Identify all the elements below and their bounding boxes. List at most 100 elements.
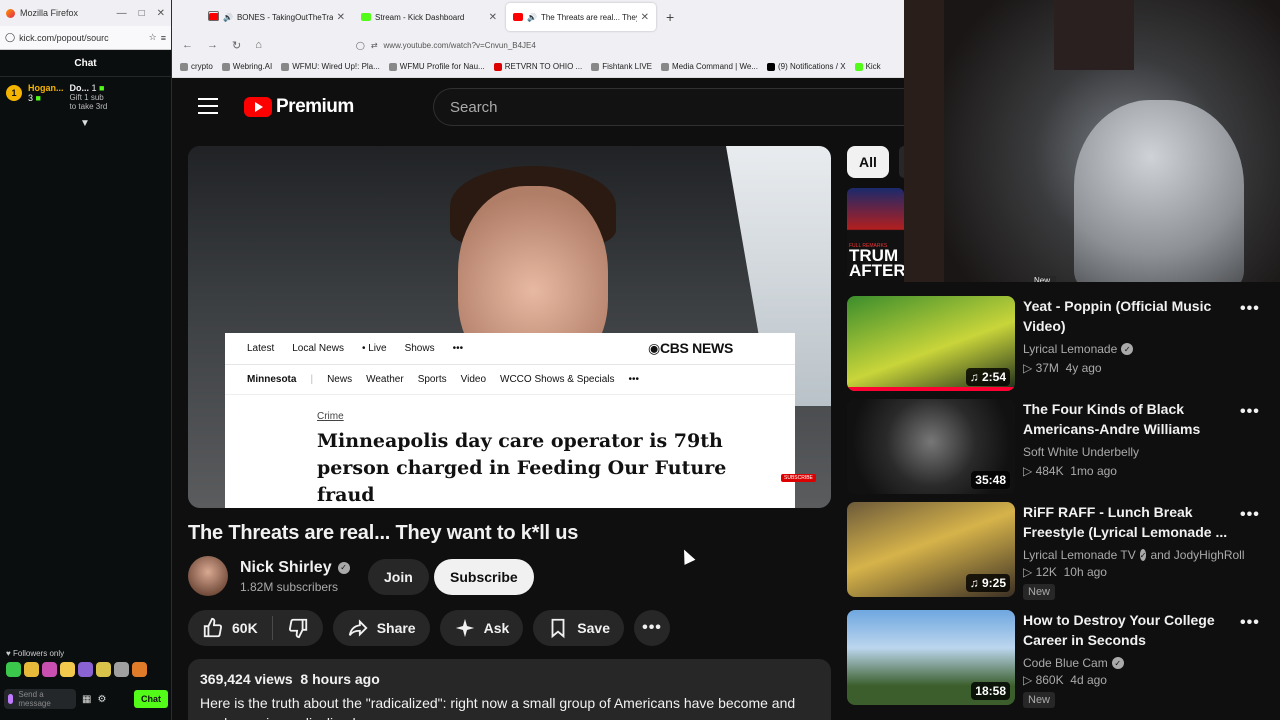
emote[interactable] [132, 662, 147, 677]
more-vertical-icon[interactable]: ••• [1240, 300, 1260, 318]
close-icon[interactable]: ✕ [157, 8, 165, 19]
news-nav-item: WCCO Shows & Specials [500, 374, 615, 385]
emote[interactable] [78, 662, 93, 677]
emote[interactable] [96, 662, 111, 677]
back-icon[interactable]: ← [182, 39, 193, 51]
description-box[interactable]: 369,424 views 8 hours ago Here is the tr… [188, 659, 831, 720]
rec-channel[interactable]: Soft White Underbelly [1023, 445, 1233, 459]
address-bar[interactable]: ◯ ⇄ www.youtube.com/watch?v=Cnvun_B4JE4 [356, 35, 876, 55]
news-nav-secondary: Minnesota | News Weather Sports Video WC… [225, 365, 795, 395]
tab-close-icon[interactable]: ✕ [641, 12, 649, 23]
new-tab-button[interactable]: + [666, 9, 674, 25]
audio-icon[interactable]: 🔊 [223, 13, 233, 22]
youtube-favicon-icon [513, 13, 523, 21]
share-button[interactable]: Share [332, 610, 430, 646]
tab-label: The Threats are real... They [540, 12, 637, 22]
channel-avatar[interactable] [188, 556, 228, 596]
tab-kick-dashboard[interactable]: Stream - Kick Dashboard ✕ [354, 3, 504, 31]
rec-thumbnail[interactable]: ♫ 2:54 [847, 296, 1015, 391]
rec-thumbnail[interactable]: 18:58 [847, 610, 1015, 705]
video-player[interactable]: Latest Local News • Live Shows ••• ◉CBS … [188, 146, 831, 508]
address-text[interactable]: www.youtube.com/watch?v=Cnvun_B4JE4 [384, 41, 536, 50]
more-vertical-icon[interactable]: ••• [1240, 614, 1260, 632]
dislike-button[interactable] [273, 617, 323, 639]
emote[interactable] [60, 662, 75, 677]
recommendation-item[interactable]: ♫ 2:54 Yeat - Poppin (Official Music Vid… [847, 296, 1267, 394]
forward-icon[interactable]: → [207, 39, 218, 51]
bookmark[interactable]: (9) Notifications / X [766, 62, 846, 71]
rank-badge: 1 [6, 85, 22, 101]
channel-name[interactable]: Nick Shirley ✓ [240, 559, 350, 577]
kick-url-bar[interactable]: ◯ kick.com/popout/sourc ☆ ≡ [0, 26, 171, 50]
rec-thumbnail[interactable]: 35:48 [847, 399, 1015, 494]
recommendation-item[interactable]: 18:58 How to Destroy Your College Career… [847, 610, 1267, 708]
store-icon[interactable]: ▦ [82, 694, 91, 705]
reload-icon[interactable]: ↻ [232, 39, 241, 52]
rec-title[interactable]: How to Destroy Your College Career in Se… [1023, 610, 1233, 650]
news-nav-divider: | [310, 374, 314, 385]
share-label: Share [376, 620, 416, 636]
rec-thumbnail[interactable]: ♫ 9:25 [847, 502, 1015, 597]
maximize-icon[interactable]: □ [139, 8, 145, 19]
rec-meta: ▷ 12K 10h ago [1023, 565, 1107, 579]
subscriber-count: 1.82M subscribers [240, 579, 339, 594]
rec-channel[interactable]: Code Blue Cam ✓ [1023, 656, 1233, 670]
bookmark[interactable]: Kick [854, 62, 881, 71]
gift-leaderboard[interactable]: 1 Hogan... 3 ■ Do... 1 ■ Gift 1 sub to t… [0, 77, 171, 117]
subscribe-button[interactable]: Subscribe [434, 559, 534, 595]
bookmark[interactable]: Webring.AI [221, 62, 272, 71]
tab-bones[interactable]: 🔊 BONES - TakingOutTheTrash ✕ [202, 3, 352, 31]
bookmark[interactable]: WFMU: Wired Up!: Pla... [281, 62, 380, 71]
rec-channel[interactable]: Lyrical Lemonade ✓ [1023, 342, 1233, 356]
bookmark[interactable]: Media Command | We... [661, 62, 758, 71]
more-vertical-icon[interactable]: ••• [1240, 506, 1260, 524]
star-icon[interactable]: ☆ [149, 32, 157, 43]
hamburger-menu-icon[interactable] [198, 98, 218, 114]
chat-send-button[interactable]: Chat [134, 690, 168, 708]
bookmark[interactable]: WFMU Profile for Nau... [388, 62, 485, 71]
home-icon[interactable]: ⌂ [255, 39, 262, 51]
subscribe-watermark[interactable]: SUBSCRIBE [781, 474, 816, 482]
bookmark[interactable]: crypto [180, 62, 213, 71]
audio-icon[interactable]: 🔊 [527, 13, 537, 22]
message-input[interactable]: Send a message [4, 689, 76, 709]
mic-icon[interactable] [8, 694, 14, 704]
thumbs-up-icon [203, 617, 223, 638]
youtube-logo[interactable]: Premium [244, 96, 354, 118]
bookmark[interactable]: Fishtank LIVE [591, 62, 652, 71]
bookmark-icon [221, 62, 230, 71]
emote[interactable] [42, 662, 57, 677]
recommendation-thumbnail-partial[interactable]: FULL REMARKS TRUM AFTER [847, 188, 904, 280]
rec-title[interactable]: The Four Kinds of Black Americans-Andre … [1023, 399, 1233, 439]
emote[interactable] [24, 662, 39, 677]
duration-badge: ♫ 9:25 [965, 574, 1010, 592]
collapse-icon[interactable]: ▼ [80, 118, 90, 129]
minimize-icon[interactable]: — [117, 8, 127, 19]
tab-list-icon[interactable] [208, 11, 219, 21]
rec-title[interactable]: RiFF RAFF - Lunch Break Freestyle (Lyric… [1023, 502, 1233, 542]
emote[interactable] [6, 662, 21, 677]
more-vertical-icon[interactable]: ••• [1240, 403, 1260, 421]
like-button[interactable]: 60K [188, 616, 273, 640]
emote[interactable] [114, 662, 129, 677]
tab-close-icon[interactable]: ✕ [489, 12, 497, 23]
emote-bar[interactable] [6, 662, 147, 677]
ask-button[interactable]: Ask [439, 610, 524, 646]
tab-label: Stream - Kick Dashboard [375, 12, 465, 22]
settings-icon[interactable]: ⚙ [97, 694, 106, 705]
bookmark-icon [591, 62, 600, 71]
recommendation-item[interactable]: ♫ 9:25 RiFF RAFF - Lunch Break Freestyle… [847, 502, 1267, 600]
tab-close-icon[interactable]: ✕ [337, 12, 345, 23]
recommendation-item[interactable]: 35:48 The Four Kinds of Black Americans-… [847, 399, 1267, 497]
bookmark[interactable]: RETVRN TO OHIO ... [493, 62, 582, 71]
kick-url[interactable]: kick.com/popout/sourc [19, 33, 145, 43]
rec-title[interactable]: Yeat - Poppin (Official Music Video) [1023, 296, 1233, 336]
save-button[interactable]: Save [533, 610, 624, 646]
tab-youtube-active[interactable]: 🔊 The Threats are real... They ✕ [506, 3, 656, 31]
more-actions-button[interactable]: ••• [634, 610, 670, 646]
menu-icon[interactable]: ≡ [161, 33, 166, 43]
search-input[interactable]: Search [433, 88, 913, 126]
join-button[interactable]: Join [368, 559, 429, 595]
chip-all[interactable]: All [847, 146, 889, 178]
rec-channel[interactable]: Lyrical Lemonade TV ✓ and JodyHighRoll [1023, 548, 1245, 562]
